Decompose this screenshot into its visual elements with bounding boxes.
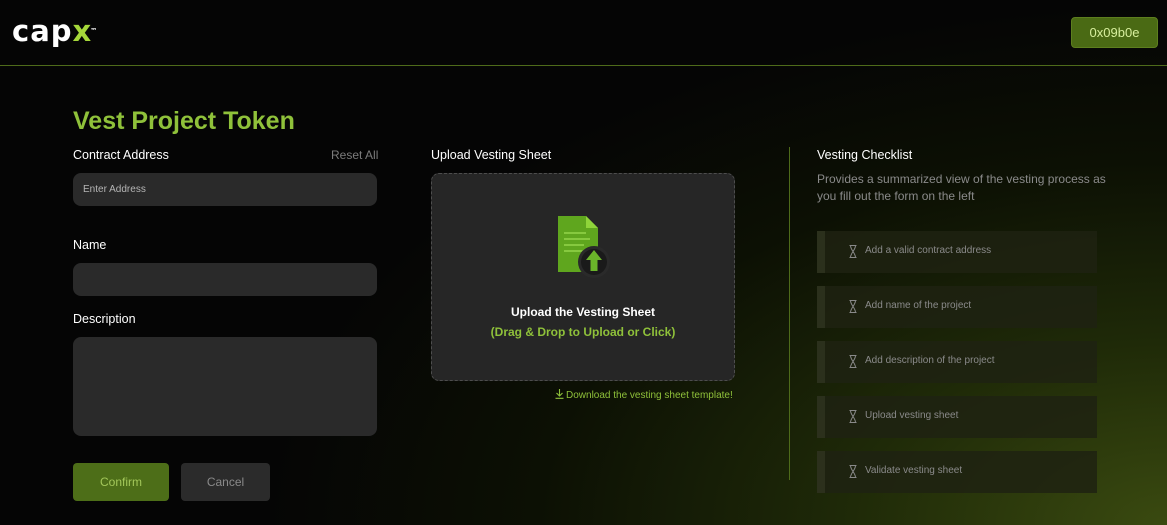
upload-document-icon <box>558 216 610 278</box>
checklist-item-upload: Upload vesting sheet <box>817 396 1097 438</box>
capx-logo[interactable]: capx ™ <box>12 14 97 48</box>
hourglass-icon <box>849 355 857 368</box>
name-label: Name <box>73 238 107 252</box>
upload-section-label: Upload Vesting Sheet <box>431 148 552 162</box>
vesting-sheet-dropzone[interactable]: Upload the Vesting Sheet (Drag & Drop to… <box>431 173 735 381</box>
upload-subtitle: (Drag & Drop to Upload or Click) <box>490 325 676 339</box>
name-input[interactable] <box>73 263 377 296</box>
description-textarea[interactable] <box>73 337 377 436</box>
description-label: Description <box>73 312 136 326</box>
hourglass-icon <box>849 245 857 258</box>
checklist-item-label: Upload vesting sheet <box>865 410 959 421</box>
checklist-item-label: Add description of the project <box>865 355 995 366</box>
top-header: capx ™ 0x09b0e <box>0 0 1167 66</box>
wallet-address-button[interactable]: 0x09b0e <box>1071 17 1158 48</box>
page-title: Vest Project Token <box>73 107 295 135</box>
contract-address-label: Contract Address <box>73 148 169 162</box>
checklist-item-label: Add a valid contract address <box>865 245 992 256</box>
checklist-item-name: Add name of the project <box>817 286 1097 328</box>
checklist-item-contract: Add a valid contract address <box>817 231 1097 273</box>
download-template-link[interactable]: Download the vesting sheet template! <box>555 389 733 401</box>
checklist-item-description: Add description of the project <box>817 341 1097 383</box>
confirm-button[interactable]: Confirm <box>73 463 169 501</box>
checklist-item-label: Add name of the project <box>865 300 972 311</box>
contract-address-input[interactable] <box>73 173 377 206</box>
section-divider <box>789 147 790 480</box>
checklist-title: Vesting Checklist <box>817 148 913 162</box>
hourglass-icon <box>849 465 857 478</box>
reset-all-button[interactable]: Reset All <box>331 148 378 162</box>
download-icon <box>555 389 564 399</box>
checklist-item-label: Validate vesting sheet <box>865 465 963 476</box>
checklist-description: Provides a summarized view of the vestin… <box>817 172 1106 203</box>
cancel-button[interactable]: Cancel <box>181 463 270 501</box>
download-template-label: Download the vesting sheet template! <box>566 390 733 401</box>
trademark-symbol: ™ <box>90 27 99 35</box>
upload-title: Upload the Vesting Sheet <box>510 305 656 319</box>
checklist-item-validate: Validate vesting sheet <box>817 451 1097 493</box>
hourglass-icon <box>849 300 857 313</box>
hourglass-icon <box>849 410 857 423</box>
